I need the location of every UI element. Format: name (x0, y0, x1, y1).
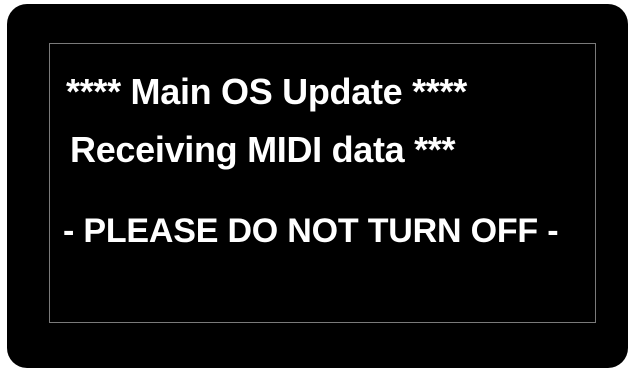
midi-status-text: Receiving MIDI data *** (70, 129, 456, 170)
device-screen: **** Main OS Update **** Receiving MIDI … (7, 4, 628, 368)
lcd-display-area: **** Main OS Update **** Receiving MIDI … (49, 43, 596, 323)
power-warning-text: - PLEASE DO NOT TURN OFF - (63, 212, 559, 250)
update-title-text: **** Main OS Update **** (66, 71, 467, 112)
